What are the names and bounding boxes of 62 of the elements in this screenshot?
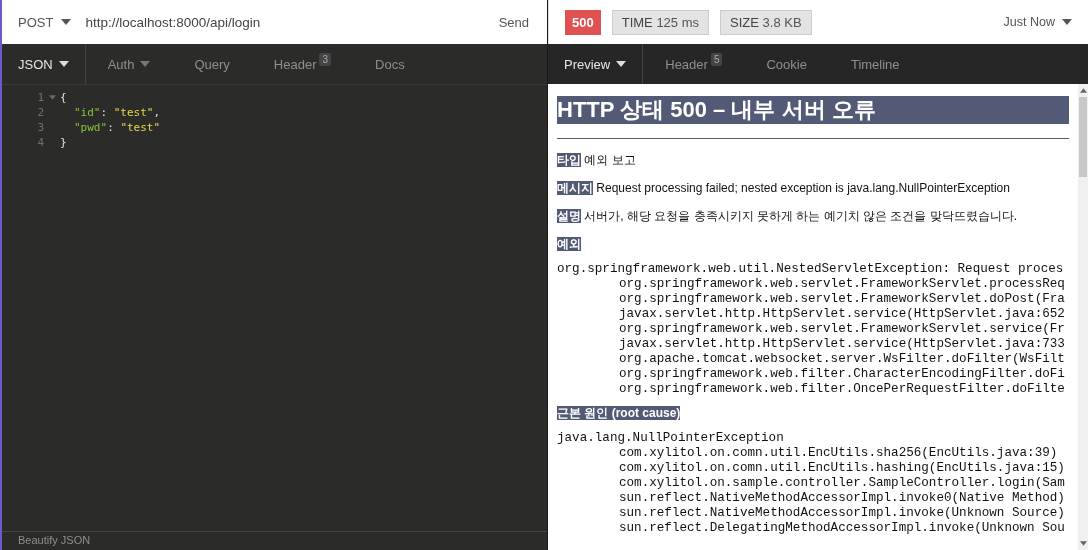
code-line: { (60, 91, 67, 104)
stack-trace-line: org.springframework.web.filter.CharacterEncodingFilter.doFi (618, 367, 1066, 382)
field-text: 예외 보고 (584, 153, 636, 167)
stack-trace-line: javax.servlet.http.HttpServlet.service(HttpServlet.java:652 (618, 307, 1066, 322)
request-tab[interactable]: JSON (2, 44, 86, 84)
stack-trace-line: sun.reflect.DelegatingMethodAccessorImpl.invoke(Unknown Sou (618, 521, 1066, 536)
stack-trace-line: com.xylitol.on.comn.util.EncUtils.hashing(EncUtils.java:15) (618, 461, 1066, 476)
count-badge: 3 (319, 53, 332, 66)
stack-trace-line: sun.reflect.NativeMethodAccessorImpl.invoke(Unknown Source) (618, 506, 1066, 521)
stack-trace-line: org.springframework.web.servlet.FrameworkServlet.doPost(Fra (618, 292, 1066, 307)
request-tab[interactable]: Docs (353, 44, 427, 84)
field-label: 메시지 (557, 181, 593, 195)
stack-trace-line: com.xylitol.on.comn.util.EncUtils.sha256(EncUtils.java:39) (618, 446, 1059, 461)
code-line: "pwd": "test" (73, 121, 161, 134)
caret-icon (61, 19, 72, 25)
history-dropdown[interactable]: Just Now (1003, 15, 1072, 29)
size-badge: SIZE 3.8 KB (720, 9, 812, 35)
response-tab[interactable]: Header $^{5}$ (643, 44, 745, 84)
scroll-up-icon[interactable] (1079, 88, 1087, 93)
scroll-down-icon[interactable] (1079, 541, 1087, 546)
request-tab[interactable]: Header $^{3}$ (251, 44, 354, 84)
field-label: 타입 (557, 153, 581, 167)
stack-trace-line: org.springframework.web.util.NestedServletException: Request proces (557, 262, 1065, 277)
method-dropdown[interactable]: POST (18, 7, 72, 37)
section-heading: 근본 원인 (root cause) (557, 406, 681, 420)
status-badge: 500 (565, 9, 601, 35)
line-number: 4 (36, 136, 44, 149)
caret-icon (58, 61, 69, 67)
stack-trace-line: org.springframework.web.servlet.FrameworkServlet.processReq (618, 277, 1066, 292)
beautify-button[interactable]: Beautify JSON (18, 532, 91, 548)
stack-trace-line: javax.servlet.http.HttpServlet.service(HttpServlet.java:733 (618, 337, 1066, 352)
response-tab[interactable]: Preview (548, 44, 644, 84)
request-tab[interactable]: Query (172, 44, 252, 84)
send-button[interactable]: Send (498, 7, 529, 37)
field-label: 설명 (557, 209, 581, 223)
line-number: 3 (36, 121, 44, 134)
stack-trace-line: org.springframework.web.servlet.FrameworkServlet.service(Fr (618, 322, 1066, 337)
line-number: 2 (36, 106, 44, 119)
stack-trace-line: java.lang.NullPointerException (557, 431, 785, 446)
scrollbar[interactable] (1078, 84, 1088, 550)
field-text: 서버가, 해당 요청을 충족시키지 못하게 하는 예기치 않은 조건을 맞닥뜨렸습니다. (584, 209, 1018, 223)
field-text: Request processing failed; nested exception is java.lang.NullPointerException (596, 181, 1010, 195)
caret-icon (140, 61, 151, 67)
code-line: } (60, 136, 67, 149)
stack-trace-line: org.springframework.web.filter.OncePerRequestFilter.doFilte (618, 382, 1066, 397)
section-heading: 예외 (557, 237, 581, 251)
stack-trace-line: com.xylitol.on.sample.controller.SampleController.login(Sam (618, 476, 1066, 491)
count-badge: 5 (710, 53, 723, 66)
code-line: "id": "test", (73, 106, 161, 119)
caret-icon (616, 61, 627, 67)
page-heading: HTTP 상태 500 – 내부 서버 오류 (557, 96, 1069, 124)
response-tab[interactable]: Cookie (744, 44, 829, 84)
url-field[interactable]: http://localhost:8000/api/login (85, 14, 485, 30)
time-badge: TIME 125 ms (611, 9, 709, 35)
stack-trace-line: sun.reflect.NativeMethodAccessorImpl.invoke0(Native Method) (618, 491, 1066, 506)
request-tab[interactable]: Auth (85, 44, 173, 84)
caret-icon (1062, 19, 1072, 25)
line-number: 1 (36, 91, 44, 104)
stack-trace-line: org.apache.tomcat.websocket.server.WsFilter.doFilter(WsFilt (618, 352, 1066, 367)
fold-arrow-icon[interactable] (48, 95, 56, 100)
response-tab[interactable]: Timeline (828, 44, 922, 84)
scrollbar-thumb[interactable] (1079, 97, 1087, 177)
